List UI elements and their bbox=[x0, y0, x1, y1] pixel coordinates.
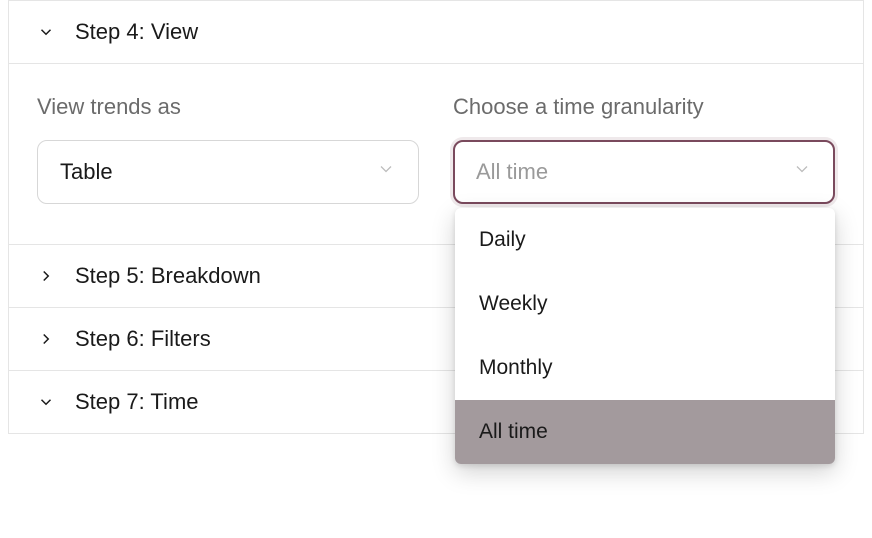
granularity-select[interactable]: All time Daily Weekly Monthly All time bbox=[453, 140, 835, 204]
granularity-label: Choose a time granularity bbox=[453, 94, 835, 120]
step4-title: Step 4: View bbox=[75, 19, 198, 45]
view-trends-value: Table bbox=[60, 159, 113, 185]
granularity-field: Choose a time granularity All time Daily… bbox=[453, 94, 835, 204]
granularity-option-monthly[interactable]: Monthly bbox=[455, 336, 835, 400]
granularity-option-all-time[interactable]: All time bbox=[455, 400, 835, 464]
step7-title: Step 7: Time bbox=[75, 389, 199, 415]
granularity-dropdown: Daily Weekly Monthly All time bbox=[455, 208, 835, 464]
chevron-down-icon bbox=[37, 393, 55, 411]
chevron-right-icon bbox=[37, 267, 55, 285]
chevron-down-icon bbox=[376, 159, 396, 185]
step6-title: Step 6: Filters bbox=[75, 326, 211, 352]
step4-view-header[interactable]: Step 4: View bbox=[8, 0, 864, 64]
step4-body: View trends as Table Choose a time granu… bbox=[8, 64, 864, 244]
chevron-down-icon bbox=[37, 23, 55, 41]
granularity-placeholder: All time bbox=[476, 159, 548, 185]
step5-title: Step 5: Breakdown bbox=[75, 263, 261, 289]
view-trends-field: View trends as Table bbox=[37, 94, 419, 204]
granularity-option-weekly[interactable]: Weekly bbox=[455, 272, 835, 336]
chevron-down-icon bbox=[792, 159, 812, 185]
granularity-option-daily[interactable]: Daily bbox=[455, 208, 835, 272]
chevron-right-icon bbox=[37, 330, 55, 348]
view-trends-label: View trends as bbox=[37, 94, 419, 120]
view-trends-select[interactable]: Table bbox=[37, 140, 419, 204]
